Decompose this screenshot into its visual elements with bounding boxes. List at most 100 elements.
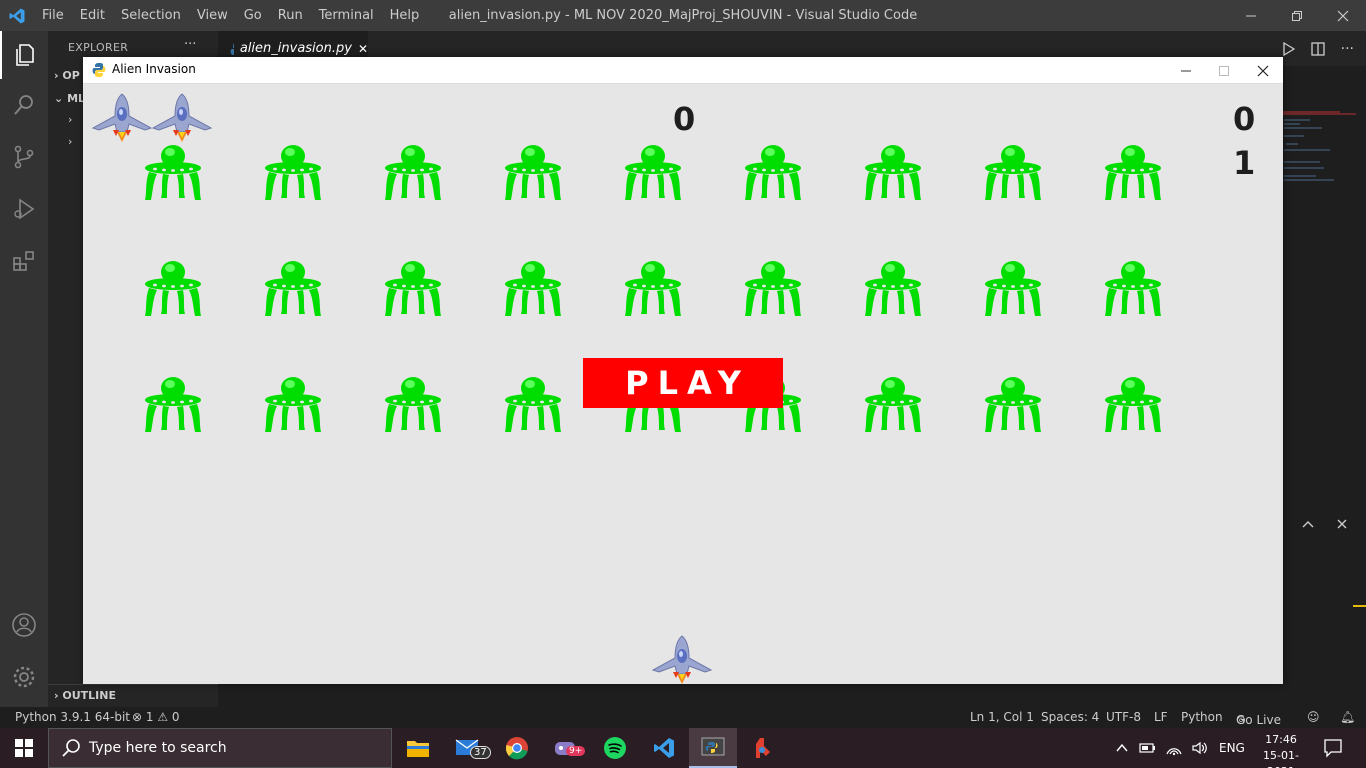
wifi-icon[interactable] bbox=[1165, 740, 1183, 756]
chevron-right-icon: › bbox=[54, 69, 59, 82]
vscode-titlebar: File Edit Selection View Go Run Terminal… bbox=[0, 0, 1366, 31]
status-bar: Python 3.9.1 64-bit ⊗ 1 ⚠ 0 Ln 1, Col 1 … bbox=[0, 707, 1366, 728]
folder-icon bbox=[407, 741, 429, 757]
chevron-right-icon: › bbox=[68, 113, 73, 126]
tab-label: alien_invasion.py bbox=[239, 41, 352, 56]
speaker-icon[interactable] bbox=[1191, 740, 1209, 756]
alien-icon bbox=[265, 145, 321, 200]
alien-icon bbox=[625, 145, 681, 200]
account-icon bbox=[12, 613, 36, 637]
menu-file[interactable]: File bbox=[34, 8, 72, 23]
activity-settings[interactable] bbox=[0, 653, 48, 701]
play-button[interactable]: PLAY bbox=[583, 358, 783, 408]
mail-app[interactable]: 37 bbox=[444, 728, 492, 768]
editor-actions: ··· bbox=[1281, 31, 1354, 66]
close-button[interactable] bbox=[1320, 0, 1366, 31]
split-editor-icon[interactable] bbox=[1310, 41, 1325, 56]
chevron-up-icon[interactable] bbox=[1301, 517, 1315, 531]
outline-section[interactable]: › OUTLINE bbox=[48, 684, 218, 706]
language-mode[interactable]: Python bbox=[1181, 710, 1223, 724]
score: 0 bbox=[673, 100, 696, 138]
alien-icon bbox=[745, 261, 801, 316]
alien-icon bbox=[985, 145, 1041, 200]
mail-badge: 37 bbox=[470, 746, 491, 759]
battery-icon[interactable] bbox=[1139, 741, 1157, 755]
menu-bar: File Edit Selection View Go Run Terminal… bbox=[34, 0, 427, 31]
tool-app[interactable] bbox=[738, 728, 786, 768]
line-ending[interactable]: LF bbox=[1154, 710, 1168, 724]
tab-close-icon[interactable]: ✕ bbox=[358, 42, 368, 56]
pygame-app[interactable] bbox=[689, 728, 737, 768]
menu-go[interactable]: Go bbox=[236, 8, 270, 23]
pygame-snake-icon bbox=[92, 63, 106, 77]
menu-view[interactable]: View bbox=[189, 8, 236, 23]
minimap[interactable] bbox=[1280, 106, 1360, 206]
activity-extensions[interactable] bbox=[0, 237, 48, 285]
high-score: 0 bbox=[1233, 100, 1256, 138]
life-ship-icon bbox=[92, 93, 152, 142]
folder-row[interactable]: › bbox=[68, 135, 72, 148]
alien-icon bbox=[385, 377, 441, 432]
activity-source-control[interactable] bbox=[0, 133, 48, 181]
explorer-more-button[interactable]: ··· bbox=[184, 37, 196, 52]
activity-bar bbox=[0, 31, 48, 707]
menu-terminal[interactable]: Terminal bbox=[311, 8, 382, 23]
minimize-button[interactable] bbox=[1228, 0, 1274, 31]
vscode-app[interactable] bbox=[640, 728, 688, 768]
game-minimize-button[interactable] bbox=[1166, 57, 1206, 84]
alien-invasion-window: Alien Invasion 0 0 1 PLAY bbox=[83, 57, 1283, 684]
search-placeholder: Type here to search bbox=[89, 740, 227, 756]
game-titlebar: Alien Invasion bbox=[83, 57, 1283, 84]
problems-count[interactable]: ⊗ 1 ⚠ 0 bbox=[132, 710, 180, 724]
cursor-position[interactable]: Ln 1, Col 1 bbox=[970, 710, 1034, 724]
notifications-icon[interactable]: 🔔︎ bbox=[1340, 710, 1355, 724]
vscode-logo-icon bbox=[9, 8, 25, 24]
more-actions-icon[interactable]: ··· bbox=[1341, 41, 1354, 57]
menu-selection[interactable]: Selection bbox=[113, 8, 189, 23]
alien-icon bbox=[1105, 261, 1161, 316]
minimize-icon bbox=[1246, 15, 1256, 16]
python-interpreter[interactable]: Python 3.9.1 64-bit bbox=[15, 710, 130, 724]
folder-row[interactable]: › bbox=[68, 113, 72, 126]
open-editors-label: OP bbox=[62, 69, 80, 82]
menu-run[interactable]: Run bbox=[270, 8, 311, 23]
chevron-down-icon: ⌄ bbox=[54, 92, 64, 105]
menu-help[interactable]: Help bbox=[382, 8, 428, 23]
alien-icon bbox=[385, 261, 441, 316]
workspace-section[interactable]: ⌄ ML bbox=[54, 92, 85, 105]
close-panel-icon[interactable] bbox=[1335, 517, 1349, 531]
alien-icon bbox=[865, 377, 921, 432]
indentation[interactable]: Spaces: 4 bbox=[1041, 710, 1099, 724]
alien-icon bbox=[745, 145, 801, 200]
wrench-icon bbox=[756, 738, 770, 758]
activity-explorer[interactable] bbox=[0, 31, 48, 79]
gear-icon bbox=[13, 666, 35, 688]
menu-edit[interactable]: Edit bbox=[72, 8, 113, 23]
notification-center-icon[interactable] bbox=[1323, 738, 1343, 758]
encoding[interactable]: UTF-8 bbox=[1106, 710, 1141, 724]
chrome-app[interactable] bbox=[493, 728, 541, 768]
activity-run-debug[interactable] bbox=[0, 185, 48, 233]
taskbar-clock[interactable]: 17:46 15-01-2021 bbox=[1252, 732, 1310, 768]
games-badge: 9+ bbox=[566, 746, 586, 756]
start-button[interactable] bbox=[0, 728, 48, 768]
games-app[interactable]: 9+ bbox=[542, 728, 590, 768]
run-icon[interactable] bbox=[1281, 41, 1295, 56]
feedback-icon[interactable]: ☺ bbox=[1307, 710, 1320, 724]
chevron-up-icon[interactable] bbox=[1115, 741, 1129, 755]
go-live-label: Go Live bbox=[1236, 713, 1281, 727]
taskbar-search[interactable]: Type here to search bbox=[48, 728, 392, 768]
spotify-app[interactable] bbox=[591, 728, 639, 768]
file-explorer-app[interactable] bbox=[394, 728, 442, 768]
life-ship-icon bbox=[152, 93, 212, 142]
game-maximize-button[interactable] bbox=[1204, 57, 1244, 84]
close-icon bbox=[1257, 65, 1269, 76]
game-close-button[interactable] bbox=[1243, 57, 1283, 84]
run-debug-icon bbox=[14, 198, 35, 220]
activity-accounts[interactable] bbox=[0, 601, 48, 649]
restore-button[interactable] bbox=[1274, 0, 1320, 31]
open-editors-section[interactable]: › OP bbox=[54, 69, 80, 82]
game-canvas[interactable]: 0 0 1 PLAY bbox=[83, 84, 1283, 684]
input-language[interactable]: ENG bbox=[1219, 741, 1245, 755]
activity-search[interactable] bbox=[0, 81, 48, 129]
